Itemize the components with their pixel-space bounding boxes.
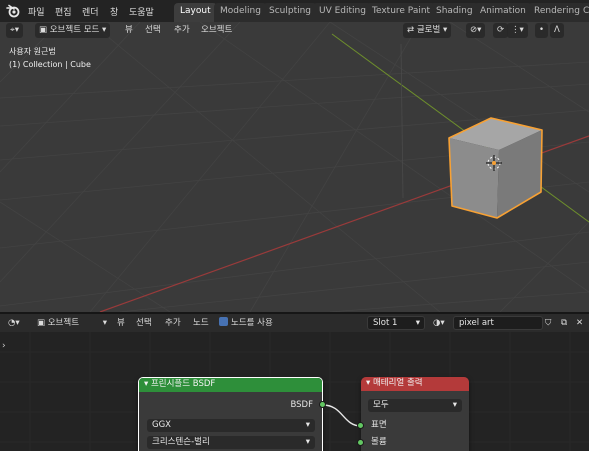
3d-viewport[interactable]: ⌖▾ ▣ 오브젝트 모드 ▾ 뷰 선택 추가 오브젝트 ⇄ 글로벌 ▾ ⊘▾ ⟳…	[0, 22, 589, 312]
material-output-node[interactable]: ▾ 매테리얼 출력 모두 ▾ 표면 볼륨	[361, 377, 469, 451]
shader-type-dropdown[interactable]: ▣ 오브젝트 ▾	[37, 317, 107, 330]
principled-bsdf-node[interactable]: ▾ 프린시플드 BSDF BSDF GGX ▾ 크리스텐슨-벌리 ▾	[138, 377, 323, 451]
menu-add[interactable]: 추가	[174, 23, 190, 35]
tab-animation[interactable]: Animation	[474, 3, 532, 22]
snap-settings[interactable]: ⋮▾	[507, 23, 528, 38]
surface-input-label: 표면	[371, 420, 387, 430]
menu-view[interactable]: 뷰	[125, 23, 133, 35]
use-nodes-checkbox[interactable]: 노드를 사용	[219, 317, 273, 330]
mode-label: 오브젝트 모드	[49, 25, 100, 35]
distribution-dropdown[interactable]: GGX ▾	[147, 419, 315, 432]
view-name-label: 사용자 원근법	[9, 47, 56, 56]
editor-type-label: 오브젝트	[47, 318, 80, 328]
menu-select[interactable]: 선택	[145, 23, 161, 35]
subsurface-method-label: 크리스텐슨-벌리	[152, 437, 210, 447]
collection-info-label: (1) Collection | Cube	[9, 60, 91, 69]
menu-edit[interactable]: 편집	[55, 5, 72, 18]
tab-layout[interactable]: Layout	[174, 3, 217, 22]
output-target-dropdown[interactable]: 모두 ▾	[368, 399, 462, 412]
node-editor-canvas[interactable]: › ▾ 프린시플드 BSDF BSDF GGX ▾ 크리스텐슨-벌리 ▾ ▾ 매…	[0, 332, 589, 451]
tab-shading[interactable]: Shading	[430, 3, 479, 22]
fake-user-shield-icon[interactable]: ⛉	[545, 317, 551, 330]
transform-orientation-dropdown[interactable]: ⇄ 글로벌 ▾	[403, 23, 452, 38]
subsurface-method-dropdown[interactable]: 크리스텐슨-벌리 ▾	[147, 436, 315, 449]
viewport-header: ⌖▾ ▣ 오브젝트 모드 ▾ 뷰 선택 추가 오브젝트 ⇄ 글로벌 ▾ ⊘▾ ⟳…	[0, 22, 589, 38]
node-menu-add[interactable]: 추가	[165, 317, 181, 330]
pivot-dropdown[interactable]: ⊘▾	[466, 23, 486, 38]
node-header[interactable]: ▾ 매테리얼 출력	[361, 377, 469, 391]
object-mode-icon: ▣	[39, 25, 50, 35]
node-editor-header: ◔▾ ▣ 오브젝트 ▾ 뷰 선택 추가 노드 노드를 사용 Slot 1 ▾ ◑…	[0, 314, 589, 332]
tab-rendering[interactable]: Rendering	[528, 3, 586, 22]
object-type-icon: ▣	[37, 318, 48, 328]
chevron-down-icon: ▾	[102, 318, 107, 328]
snap-toggle[interactable]: ⟳	[493, 23, 509, 38]
node-header[interactable]: ▾ 프린시플드 BSDF	[139, 378, 322, 392]
node-menu-view[interactable]: 뷰	[117, 317, 125, 330]
menu-help[interactable]: 도움말	[129, 5, 154, 18]
volume-input-socket[interactable]	[357, 439, 364, 446]
collapse-arrow-icon[interactable]: ▾	[366, 378, 373, 388]
orientation-icon: ⇄	[407, 25, 417, 35]
bsdf-output-label: BSDF	[290, 400, 313, 410]
editor-type-button[interactable]: ⌖▾	[6, 23, 24, 38]
output-target-label: 모두	[373, 400, 389, 410]
volume-input-label: 볼륨	[371, 437, 387, 447]
checkbox-checked-icon	[219, 317, 228, 326]
node-editor-type-button[interactable]: ◔▾	[8, 317, 20, 330]
top-menu-bar: 파일 편집 렌더 창 도움말 Layout Modeling Sculpting…	[0, 0, 589, 22]
orientation-label: 글로벌	[416, 25, 441, 35]
proportional-editing-toggle[interactable]: •	[535, 23, 549, 38]
proportional-falloff-dropdown[interactable]: ᐱ	[550, 23, 564, 38]
blender-logo-icon[interactable]	[6, 4, 20, 18]
duplicate-material-icon[interactable]: ⧉	[561, 317, 567, 330]
tab-modeling[interactable]: Modeling	[214, 3, 267, 22]
chevron-down-icon: ▾	[415, 318, 420, 328]
menu-window[interactable]: 창	[110, 5, 118, 18]
tab-uv-editing[interactable]: UV Editing	[313, 3, 372, 22]
slot-label: Slot 1	[373, 318, 398, 328]
tab-sculpting[interactable]: Sculpting	[263, 3, 318, 22]
material-browse-button[interactable]: ◑▾	[433, 317, 445, 330]
node-menu-select[interactable]: 선택	[136, 317, 152, 330]
slot-dropdown[interactable]: Slot 1 ▾	[367, 316, 425, 330]
node-link	[322, 404, 362, 427]
cube-object	[448, 117, 543, 219]
chevron-down-icon: ▾	[305, 437, 310, 447]
tab-overflow[interactable]: C	[580, 3, 589, 22]
distribution-label: GGX	[152, 420, 171, 430]
unlink-material-icon[interactable]: ✕	[576, 317, 583, 330]
sidebar-expand-icon[interactable]: ›	[2, 341, 6, 351]
node-title: 매테리얼 출력	[372, 378, 423, 388]
mode-dropdown[interactable]: ▣ 오브젝트 모드 ▾	[35, 23, 111, 38]
bsdf-output-socket[interactable]	[319, 401, 326, 408]
menu-object[interactable]: 오브젝트	[201, 23, 232, 35]
chevron-down-icon: ▾	[305, 420, 310, 430]
chevron-down-icon: ▾	[452, 400, 457, 410]
menu-render[interactable]: 렌더	[82, 5, 99, 18]
tab-texture-paint[interactable]: Texture Paint	[366, 3, 437, 22]
use-nodes-label: 노드를 사용	[231, 318, 273, 328]
node-title: 프린시플드 BSDF	[150, 379, 216, 389]
node-menu-node[interactable]: 노드	[193, 317, 209, 330]
surface-input-socket[interactable]	[357, 422, 364, 429]
material-name-field[interactable]: pixel art	[453, 316, 543, 330]
collapse-arrow-icon[interactable]: ▾	[144, 379, 151, 389]
menu-file[interactable]: 파일	[28, 5, 45, 18]
